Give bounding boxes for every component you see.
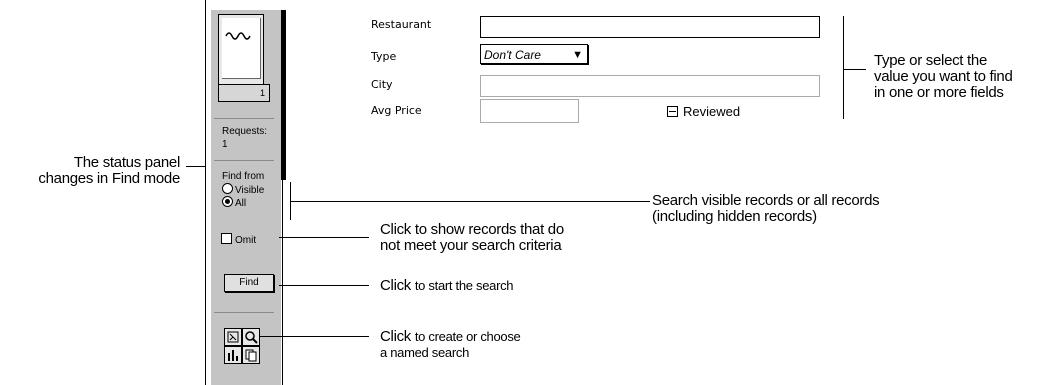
radio-visible-label: Visible xyxy=(235,185,265,196)
panel-rule xyxy=(214,118,274,119)
callout-search-scope: Search visible records or all records (i… xyxy=(652,192,880,225)
type-select[interactable]: Don't Care ▼ xyxy=(480,44,588,64)
callout-line xyxy=(260,336,369,337)
callout-line-text: The status panel xyxy=(73,154,180,171)
avg-price-field[interactable] xyxy=(480,99,579,123)
callout-small-text: a named search xyxy=(380,345,470,360)
type-label: Type xyxy=(371,50,397,63)
callout-line-text: (including hidden records) xyxy=(652,208,817,225)
city-label: City xyxy=(371,78,393,91)
requests-count: 1 xyxy=(222,139,228,150)
callout-status-panel: The status panel changes in Find mode xyxy=(0,155,180,187)
panel-rule xyxy=(214,160,274,161)
reviewed-check[interactable] xyxy=(667,106,678,117)
callout-type-select: Type or select the value you want to fin… xyxy=(874,53,1013,101)
city-field[interactable] xyxy=(480,75,820,97)
panel-divider-thin xyxy=(282,180,283,385)
callout-line xyxy=(844,69,866,70)
panel-left-border xyxy=(205,0,206,385)
layout-tool-icon[interactable] xyxy=(224,328,242,346)
book-page xyxy=(222,18,261,79)
callout-bold-text: Click xyxy=(380,328,411,345)
callout-find: Click to start the search xyxy=(380,277,514,294)
reviewed-checkbox[interactable]: Reviewed xyxy=(667,104,740,119)
callout-bold-text: Click xyxy=(380,277,411,294)
magnifier-icon[interactable] xyxy=(242,328,260,346)
callout-line-text: not meet your search criteria xyxy=(380,237,562,254)
type-select-value: Don't Care xyxy=(484,48,541,62)
callout-small-text: to start the search xyxy=(414,278,514,293)
radio-all-button[interactable] xyxy=(222,196,233,207)
callout-line xyxy=(186,166,205,167)
callout-small-text: to create or choose xyxy=(414,329,521,344)
callout-line-text: Search visible records or all records xyxy=(652,192,880,209)
callout-line-text: changes in Find mode xyxy=(38,170,180,187)
callout-line-text: in one or more fields xyxy=(874,84,1004,101)
callout-omit: Click to show records that do not meet y… xyxy=(380,222,564,254)
callout-line-text: value you want to find xyxy=(874,68,1013,85)
omit-checkbox[interactable]: Omit xyxy=(221,233,256,247)
callout-line xyxy=(291,201,650,202)
callout-named-search: Click to create or choose a named search xyxy=(380,328,521,361)
copy-icon[interactable] xyxy=(242,346,260,364)
callout-bracket xyxy=(843,16,844,119)
callout-line-text: Click to show records that do xyxy=(380,221,564,238)
callout-line xyxy=(279,237,369,238)
radio-visible[interactable]: Visible xyxy=(222,183,264,197)
book-rings-icon xyxy=(225,32,251,40)
callout-line-text: Type or select the xyxy=(874,52,987,69)
omit-check[interactable] xyxy=(221,233,232,244)
reviewed-label: Reviewed xyxy=(683,104,741,119)
chart-icon[interactable] xyxy=(224,346,242,364)
omit-label: Omit xyxy=(235,235,257,246)
radio-all[interactable]: All xyxy=(222,196,246,210)
restaurant-field[interactable] xyxy=(480,16,820,38)
find-from-label: Find from xyxy=(222,171,265,182)
find-button[interactable]: Find xyxy=(224,274,274,292)
panel-rule xyxy=(214,312,274,313)
radio-visible-button[interactable] xyxy=(222,183,233,194)
restaurant-label: Restaurant xyxy=(371,18,432,31)
requests-label: Requests: xyxy=(222,126,268,137)
triangle-down-icon: ▼ xyxy=(572,49,583,61)
radio-all-label: All xyxy=(235,198,247,209)
avg-price-label: Avg Price xyxy=(371,104,422,117)
record-number[interactable]: 1 xyxy=(218,84,270,102)
callout-line xyxy=(279,285,369,286)
panel-divider xyxy=(281,10,286,180)
